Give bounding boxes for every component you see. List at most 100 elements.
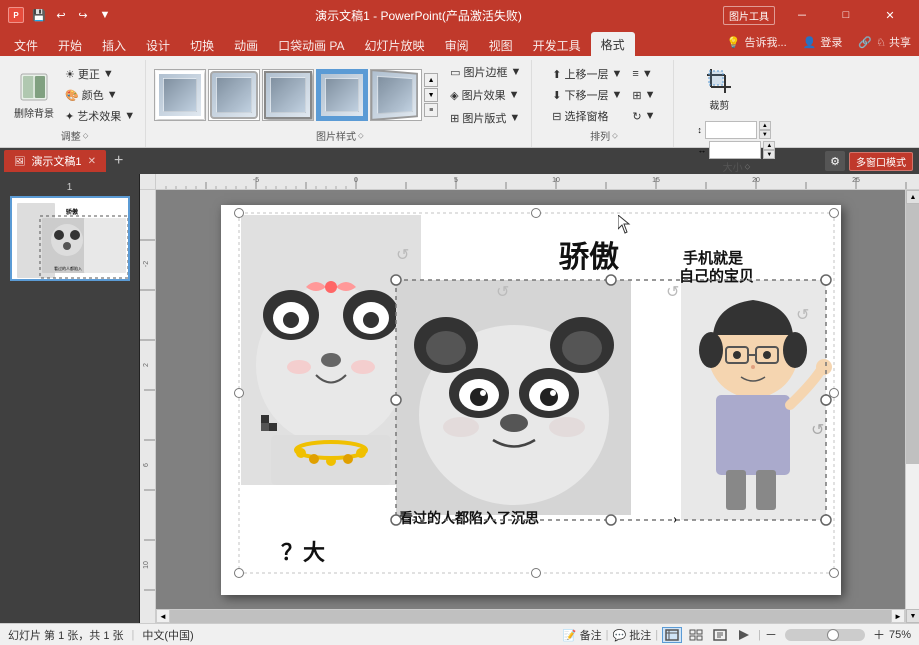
width-input[interactable] (709, 141, 761, 159)
ruler-h-svg: -5 0 5 10 15 20 (156, 174, 919, 190)
ruler-left-area: -2 2 6 10 (140, 190, 919, 623)
view-normal-btn[interactable] (662, 627, 682, 643)
svg-text:骄傲: 骄傲 (559, 241, 619, 274)
pic-layout-btn[interactable]: ⊞ 图片版式 ▼ (446, 108, 525, 128)
scrollbar-vertical[interactable]: ▲ ▼ (905, 190, 919, 623)
tab-pocket-animation[interactable]: 口袋动画 PA (268, 34, 354, 56)
pic-border-icon: ▭ (450, 66, 460, 79)
svg-text:看过的人都陷入了沉思: 看过的人都陷入了沉思 (398, 510, 539, 527)
pic-layout-icon: ⊞ (450, 112, 459, 125)
width-icon: ↔ (697, 145, 706, 155)
remove-bg-btn[interactable]: 删除背景 (10, 65, 58, 125)
arrange-col2: ≡ ▼ ⊞ ▼ ↻ ▼ (628, 64, 659, 126)
pic-effect-arrow: ▼ (509, 89, 520, 101)
slide-canvas: ？大 (221, 205, 841, 595)
tab-start[interactable]: 开始 (48, 34, 92, 56)
zoom-slider[interactable] (785, 629, 865, 641)
view-reading-btn[interactable] (710, 627, 730, 643)
color-arrow: ▼ (107, 89, 118, 101)
minimize-btn[interactable]: － (781, 4, 823, 26)
add-tab-btn[interactable]: + (108, 152, 129, 170)
pic-style-expand[interactable]: ≡ (424, 103, 438, 117)
tab-design[interactable]: 设计 (136, 34, 180, 56)
ribbon-content: 删除背景 ☀ 更正 ▼ 🎨 颜色 ▼ ✦ 艺术效果 ▼ (0, 56, 919, 148)
slide-tab-1[interactable]: 🖼 演示文稿1 ✕ (4, 150, 106, 172)
height-input[interactable] (705, 121, 757, 139)
customize-btn[interactable]: ▼ (96, 6, 114, 24)
signin-btn[interactable]: 👤 登录 (795, 30, 851, 54)
save-quick-btn[interactable]: 💾 (30, 6, 48, 24)
move-up-btn[interactable]: ⬆ 上移一层 ▼ (548, 64, 626, 84)
multi-window-badge[interactable]: 多窗口模式 (849, 152, 913, 171)
pic-style-scroll-down[interactable]: ▼ (424, 88, 438, 102)
crop-btn[interactable]: 裁剪 (697, 62, 741, 117)
pic-style-5[interactable] (370, 69, 422, 121)
settings-btn[interactable]: ⚙ (825, 151, 845, 171)
move-down-btn[interactable]: ⬇ 下移一层 ▼ (548, 85, 626, 105)
slide-thumbnail-1[interactable]: 骄傲 看过的人都陷入 (10, 196, 130, 281)
move-up-icon: ⬆ (552, 68, 561, 81)
tab-slideshow[interactable]: 幻灯片放映 (355, 34, 435, 56)
pic-effect-label: 图片效果 (462, 87, 506, 103)
tab-format[interactable]: 格式 (591, 32, 635, 56)
svg-text:看过的人都陷入: 看过的人都陷入 (54, 265, 82, 271)
pic-styles-group-arrow[interactable]: ⬦ (358, 131, 364, 141)
group-btn[interactable]: ⊞ ▼ (628, 85, 659, 105)
color-btn[interactable]: 🎨 颜色 ▼ (61, 85, 139, 105)
rotate-btn[interactable]: ↻ ▼ (628, 106, 659, 126)
pic-effect-btn[interactable]: ◈ 图片效果 ▼ (446, 85, 525, 105)
correct-icon: ☀ (65, 68, 75, 81)
select-pane-label: 选择窗格 (565, 108, 609, 124)
zoom-out-btn[interactable]: － (765, 626, 777, 643)
scroll-right-btn[interactable]: ► (891, 609, 905, 623)
zoom-percentage[interactable]: 75% (889, 629, 911, 641)
pic-border-btn[interactable]: ▭ 图片边框 ▼ (446, 62, 525, 82)
select-pane-btn[interactable]: ⊟ 选择窗格 (548, 106, 626, 126)
tell-me-btn[interactable]: 💡 告诉我... (719, 30, 795, 54)
comments-btn[interactable]: 💬 批注 (612, 627, 651, 643)
pic-style-1[interactable] (154, 69, 206, 121)
scroll-left-btn[interactable]: ◄ (156, 609, 170, 623)
slide-tab-1-close[interactable]: ✕ (88, 156, 96, 167)
slide-tab-1-icon: 🖼 (14, 156, 25, 167)
tab-review[interactable]: 审阅 (435, 34, 479, 56)
correct-btn[interactable]: ☀ 更正 ▼ (61, 64, 139, 84)
width-down[interactable]: ▼ (763, 150, 775, 159)
slide-canvas-area[interactable]: ？大 (156, 190, 905, 609)
align-icon: ≡ (632, 68, 638, 80)
height-up[interactable]: ▲ (759, 121, 771, 130)
scrollbar-horizontal[interactable] (170, 609, 891, 623)
picture-tools-badge[interactable]: 图片工具 (723, 6, 775, 25)
art-effect-btn[interactable]: ✦ 艺术效果 ▼ (61, 106, 139, 126)
pic-style-scroll-up[interactable]: ▲ (424, 73, 438, 87)
pic-style-4[interactable] (316, 69, 368, 121)
view-browse-btn[interactable] (686, 627, 706, 643)
window-title: 演示文稿1 - PowerPoint(产品激活失败) (114, 7, 723, 24)
tab-view[interactable]: 视图 (479, 34, 523, 56)
move-down-arrow: ▼ (612, 89, 623, 101)
view-slideshow-btn[interactable] (734, 627, 754, 643)
undo-btn[interactable]: ↩ (52, 6, 70, 24)
tab-file[interactable]: 文件 (4, 34, 48, 56)
tab-developer[interactable]: 开发工具 (523, 34, 591, 56)
tab-animation[interactable]: 动画 (224, 34, 268, 56)
height-down[interactable]: ▼ (759, 130, 771, 139)
svg-text:自己的宝贝: 自己的宝贝 (679, 267, 754, 285)
tab-insert[interactable]: 插入 (92, 34, 136, 56)
align-btn[interactable]: ≡ ▼ (628, 64, 659, 84)
arrange-group-arrow[interactable]: ⬦ (612, 131, 618, 141)
scroll-down-btn[interactable]: ▼ (906, 609, 919, 623)
adjust-group-arrow[interactable]: ⬦ (83, 131, 89, 141)
size-group-arrow[interactable]: ⬦ (745, 162, 751, 172)
close-btn[interactable]: ✕ (869, 4, 911, 26)
pic-style-3[interactable] (262, 69, 314, 121)
notes-btn[interactable]: 📝 备注 (563, 627, 602, 643)
zoom-in-btn[interactable]: ＋ (873, 626, 885, 643)
tab-transition[interactable]: 切换 (180, 34, 224, 56)
redo-btn[interactable]: ↪ (74, 6, 92, 24)
scroll-up-btn[interactable]: ▲ (906, 190, 919, 204)
share-btn[interactable]: 🔗 ♘ 共享 (850, 30, 919, 54)
pic-style-2[interactable] (208, 69, 260, 121)
maximize-btn[interactable]: □ (825, 4, 867, 26)
width-up[interactable]: ▲ (763, 141, 775, 150)
